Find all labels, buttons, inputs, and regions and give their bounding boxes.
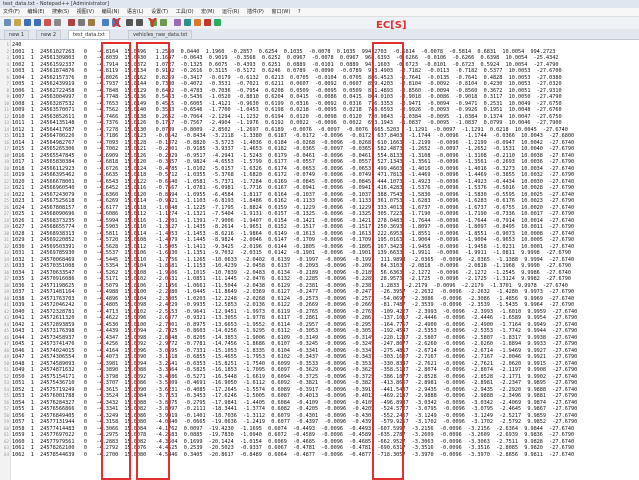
tab-new-1[interactable]: new 1 [4,30,30,39]
annotation-y-label: Y [148,16,157,30]
menu-bar: 文件(F) 编辑(E) 搜索(S) 视图(V) 编码(N) 语言(L) 设置(T… [0,8,639,17]
menu-tools[interactable]: 工具(O) [173,8,197,16]
undo-icon[interactable] [102,19,109,26]
annotation-ec-label: EC[S] [376,20,407,31]
text-editor[interactable]: 1 240 2 1001 1 24561027263 0 -4.8164 15.049… [0,40,639,480]
menu-plugins[interactable]: 插件(P) [244,8,267,16]
menu-run[interactable]: 运行(R) [219,8,242,16]
line-number: 64 [3,451,9,457]
menu-settings[interactable]: 设置(T) [148,8,171,16]
line-text: 1062 1 24578544639 0 -4.2700 15.0080 -4.… [12,451,575,458]
menu-help[interactable]: ? [295,8,304,16]
menu-language[interactable]: 语言(L) [124,8,147,16]
window-title: test_data.txt - Notepad++ [Administrator… [3,1,110,7]
print-icon[interactable] [54,19,61,26]
save-all-icon[interactable] [34,19,41,26]
zoom-out-icon[interactable] [160,19,167,26]
copy-icon[interactable] [78,19,85,26]
tab-test-data[interactable]: test_data.txt [68,30,110,39]
macro-play-icon[interactable] [214,19,221,26]
highlight-x-column [101,42,131,480]
menu-macro[interactable]: 宏(M) [198,8,217,16]
word-wrap-icon[interactable] [184,19,191,26]
find-icon[interactable] [126,19,133,26]
sync-scroll-icon[interactable] [174,19,181,26]
menu-encoding[interactable]: 编码(N) [99,8,123,16]
data-line[interactable]: 64 1062 1 24578544639 0 -4.2700 15.0080 -… [0,452,639,459]
tab-bar: new 1 new 2 test_data.txt vehicles_raw_d… [0,29,639,40]
replace-icon[interactable] [136,19,143,26]
annotation-x-label: X [112,16,122,30]
close-icon[interactable] [44,19,51,26]
paste-icon[interactable] [88,19,95,26]
tab-vehicles-raw-data[interactable]: vehicles_raw_data.txt [128,30,193,39]
menu-file[interactable]: 文件(F) [0,8,23,16]
menu-view[interactable]: 视图(V) [74,8,97,16]
save-icon[interactable] [24,19,31,26]
tab-new-2[interactable]: new 2 [36,30,62,39]
menu-window[interactable]: 窗口(W) [268,8,293,16]
new-file-icon[interactable] [4,19,11,26]
menu-search[interactable]: 搜索(S) [49,8,72,16]
menu-edit[interactable]: 编辑(E) [24,8,47,16]
window-titlebar: test_data.txt - Notepad++ [Administrator… [0,0,639,8]
show-symbols-icon[interactable] [194,19,201,26]
macro-record-icon[interactable] [204,19,211,26]
highlight-ec-column [372,42,404,480]
cut-icon[interactable] [68,19,75,26]
open-file-icon[interactable] [14,19,21,26]
highlight-y-column [136,42,170,480]
